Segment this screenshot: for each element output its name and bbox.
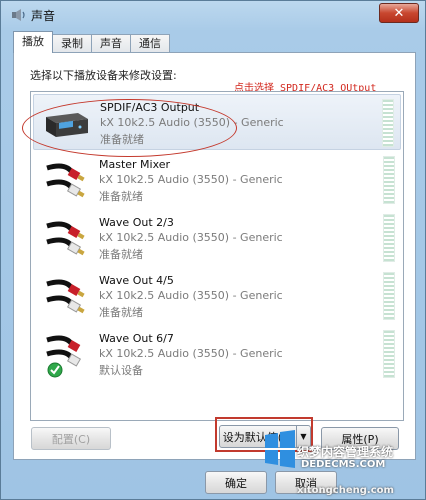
list-item-device[interactable]: Wave Out 2/3 kX 10k2.5 Audio (3550) - Ge… [33, 210, 401, 266]
device-driver: kX 10k2.5 Audio (3550) - Generic [100, 116, 284, 129]
device-name: Wave Out 4/5 [99, 274, 174, 287]
tab-playback[interactable]: 播放 [13, 31, 53, 53]
window-title: 声音 [31, 9, 56, 23]
volume-meter [383, 214, 395, 262]
close-icon: ✕ [393, 5, 405, 21]
sound-dialog-window: 声音 ✕ 播放 录制 声音 通信 选择以下播放设备来修改设置: 点击选择 SPD… [0, 0, 426, 500]
device-driver: kX 10k2.5 Audio (3550) - Generic [99, 347, 283, 360]
list-item-device[interactable]: SPDIF/AC3 Output kX 10k2.5 Audio (3550) … [33, 94, 401, 150]
rca-cable-icon [46, 279, 85, 314]
device-name: Wave Out 6/7 [99, 332, 174, 345]
rca-cable-icon [46, 163, 85, 198]
watermark-domain: DEDECMS.COM [301, 459, 386, 470]
volume-meter [383, 156, 395, 204]
device-status: 准备就绪 [100, 133, 144, 146]
tab-recording[interactable]: 录制 [52, 34, 92, 53]
rca-cable-default-icon [46, 335, 82, 378]
watermark-url: xitongcheng.com [297, 485, 394, 496]
title-bar: 声音 ✕ [1, 1, 425, 29]
volume-meter [383, 330, 395, 378]
device-status: 准备就绪 [99, 248, 143, 261]
volume-meter [382, 99, 394, 147]
device-driver: kX 10k2.5 Audio (3550) - Generic [99, 289, 283, 302]
list-item-device[interactable]: Wave Out 4/5 kX 10k2.5 Audio (3550) - Ge… [33, 268, 401, 324]
device-name: Wave Out 2/3 [99, 216, 174, 229]
configure-button[interactable]: 配置(C) [31, 427, 111, 450]
ok-button[interactable]: 确定 [205, 471, 267, 494]
device-driver: kX 10k2.5 Audio (3550) - Generic [99, 173, 283, 186]
spdif-device-icon [46, 113, 88, 137]
device-name: SPDIF/AC3 Output [100, 101, 200, 114]
tab-communications[interactable]: 通信 [130, 34, 170, 53]
device-name: Master Mixer [99, 158, 171, 171]
device-driver: kX 10k2.5 Audio (3550) - Generic [99, 231, 283, 244]
list-item-device[interactable]: Wave Out 6/7 kX 10k2.5 Audio (3550) - Ge… [33, 326, 401, 382]
watermark-title: 织梦内容管理系统 [297, 445, 394, 459]
device-list[interactable]: SPDIF/AC3 Output kX 10k2.5 Audio (3550) … [30, 91, 404, 421]
device-status: 准备就绪 [99, 190, 143, 203]
speaker-icon [12, 9, 25, 21]
instruction-text: 选择以下播放设备来修改设置: [30, 69, 177, 82]
device-status: 默认设备 [99, 364, 143, 377]
playback-panel: 选择以下播放设备来修改设置: 点击选择 SPDIF/AC3 OUtput SPD… [13, 52, 416, 460]
volume-meter [383, 272, 395, 320]
device-status: 准备就绪 [99, 306, 143, 319]
close-button[interactable]: ✕ [379, 3, 419, 23]
tab-sounds[interactable]: 声音 [91, 34, 131, 53]
tab-strip: 播放 录制 声音 通信 [13, 31, 170, 53]
rca-cable-icon [46, 221, 85, 256]
list-item-device[interactable]: Master Mixer kX 10k2.5 Audio (3550) - Ge… [33, 152, 401, 208]
watermark-logo-icon [265, 430, 295, 468]
